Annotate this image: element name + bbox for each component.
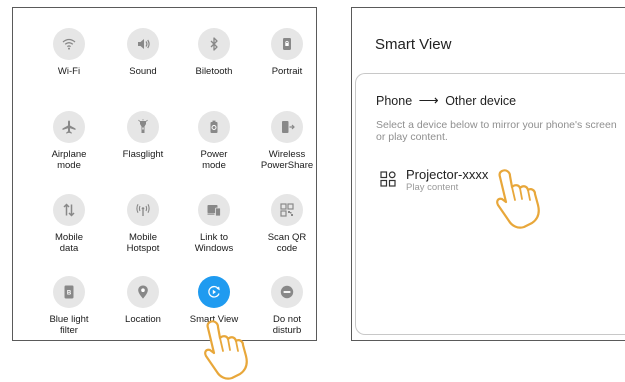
tile-label: Wi-Fi [57, 66, 81, 77]
tile-label: Mobile Hotspot [126, 232, 160, 254]
blue-light-icon: B [53, 276, 85, 308]
quick-settings-panel: Wi-Fi Sound Biletooth Portrait Airplane mode… [12, 7, 317, 341]
tile-portrait[interactable]: Portrait [250, 28, 324, 77]
svg-text:B: B [67, 291, 72, 297]
tile-mobile-hotspot[interactable]: Mobile Hotspot [106, 194, 180, 254]
location-pin-icon [127, 276, 159, 308]
tile-blue-light-filter[interactable]: B Blue light filter [32, 276, 106, 336]
tile-label: Power mode [200, 149, 228, 171]
mobile-data-icon [53, 194, 85, 226]
wifi-icon [53, 28, 85, 60]
tile-biletooth[interactable]: Biletooth [177, 28, 251, 77]
tile-label: Location [125, 314, 161, 325]
smart-view-title: Smart View [375, 36, 452, 53]
do-not-disturb-icon [271, 276, 303, 308]
tile-label: Sound [129, 66, 157, 77]
tile-label: Biletooth [195, 66, 233, 77]
tile-flasglight[interactable]: Flasglight [106, 111, 180, 160]
hotspot-icon [127, 194, 159, 226]
tile-airplane-mode[interactable]: Airplane mode [32, 111, 106, 171]
tile-location[interactable]: Location [106, 276, 180, 325]
tile-link-to-windows[interactable]: Link to Windows [177, 194, 251, 254]
quick-settings-grid: Wi-Fi Sound Biletooth Portrait Airplane mode… [13, 8, 316, 340]
device-name: Projector-xxxx [406, 167, 489, 182]
qr-code-icon [271, 194, 303, 226]
device-item-projector[interactable]: Projector-xxxx Play content [380, 167, 488, 193]
tap-hand-icon [496, 169, 540, 229]
tile-scan-qr-code[interactable]: Scan QR code [250, 194, 324, 254]
heading-to: Other device [445, 94, 517, 108]
portrait-lock-icon [271, 28, 303, 60]
heading-from: Phone [376, 94, 413, 108]
tile-mobile-data[interactable]: Mobile data [32, 194, 106, 254]
tile-label: Airplane mode [51, 149, 87, 171]
tile-wireless-powershare[interactable]: Wireless PowerShare [250, 111, 324, 171]
tap-hand-icon [204, 320, 248, 380]
right-arrow-icon: ⟶ [418, 92, 439, 108]
battery-icon [198, 111, 230, 143]
connection-heading: Phone ⟶ Other device [376, 92, 516, 109]
tile-label: Mobile data [55, 232, 83, 254]
smart-view-description: Select a device below to mirror your pho… [376, 119, 617, 143]
tile-label: Wireless PowerShare [260, 149, 314, 171]
device-subtitle: Play content [406, 182, 459, 193]
tile-wi-fi[interactable]: Wi-Fi [32, 28, 106, 77]
smart-view-icon [198, 276, 230, 308]
speaker-icon [127, 28, 159, 60]
tile-label: Flasglight [122, 149, 164, 160]
bluetooth-icon [198, 28, 230, 60]
tile-label: Link to Windows [194, 232, 234, 254]
tile-label: Blue light filter [49, 314, 89, 336]
tile-label: Scan QR code [267, 232, 307, 254]
link-to-windows-icon [198, 194, 230, 226]
tile-label: Portrait [271, 66, 303, 77]
flashlight-icon [127, 111, 159, 143]
device-grid-icon [380, 171, 396, 187]
tile-sound[interactable]: Sound [106, 28, 180, 77]
tile-power-mode[interactable]: Power mode [177, 111, 251, 171]
wireless-powershare-icon [271, 111, 303, 143]
airplane-icon [53, 111, 85, 143]
